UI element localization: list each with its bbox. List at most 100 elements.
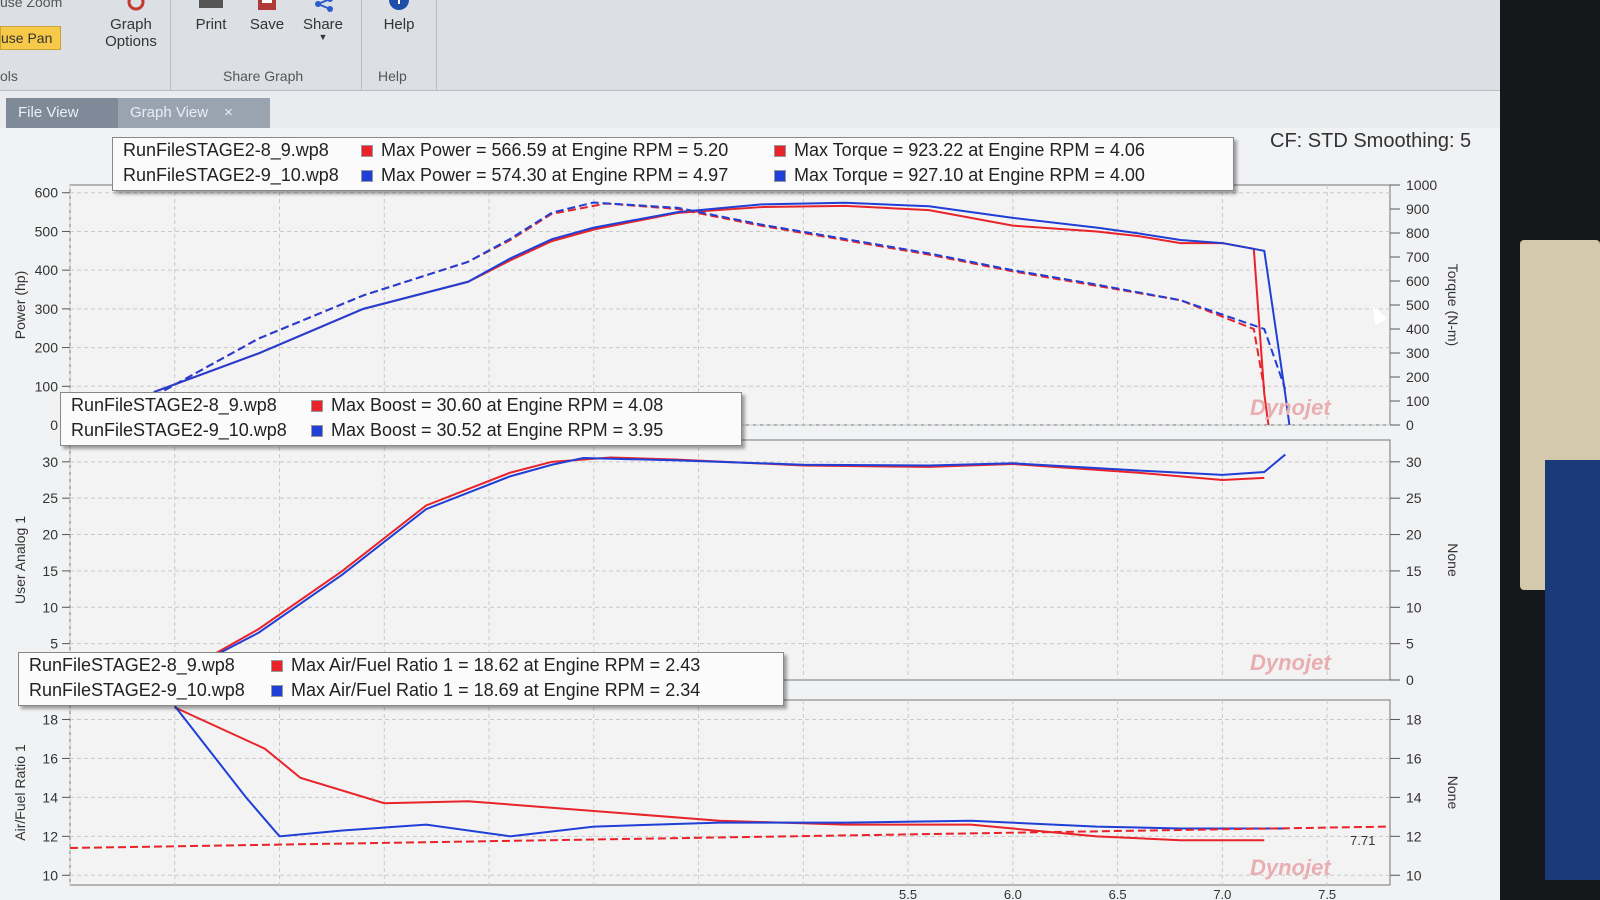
y2-tick-label: 20 [1406,527,1422,543]
legend-row: RunFileSTAGE2-9_10.wp8 Max Boost = 30.52 … [61,418,741,443]
mouse-pan-button[interactable]: use Pan [0,26,62,50]
graph-options-button[interactable]: Graph Options [96,0,166,50]
legend-swatch [311,425,323,438]
help-icon [389,0,409,10]
y2-tick-label: 15 [1406,563,1422,579]
share-label: Share [302,16,344,33]
view-tabs: File View Graph View × [0,98,1500,128]
plot-area [69,184,1391,426]
tab-file-view[interactable]: File View [6,98,118,128]
y-axis-label: Power (hp) [12,271,28,339]
mouse-zoom-label[interactable]: use Zoom [0,0,62,10]
plot-area [69,699,1391,886]
save-label: Save [249,16,285,33]
legend-max-torque: Max Torque = 923.22 at Engine RPM = 4.06 [794,140,1145,160]
legend-max-power: Max Power = 566.59 at Engine RPM = 5.20 [381,140,729,160]
legend-swatch [271,685,283,698]
legend-max-afr: Max Air/Fuel Ratio 1 = 18.69 at Engine R… [291,680,701,700]
y2-tick-label: 0 [1406,672,1414,688]
dynojet-watermark: Dynojet [1250,855,1332,880]
legend-file-name: RunFileSTAGE2-8_9.wp8 [29,655,235,675]
x-tick-label: 7.0 [1213,887,1231,900]
y2-tick-label: 100 [1406,393,1430,409]
legend-swatch [774,145,786,158]
power-torque-legend[interactable]: RunFileSTAGE2-8_9.wp8 Max Power = 566.59 … [112,137,1234,191]
y2-tick-label: 500 [1406,297,1430,313]
legend-file-name: RunFileSTAGE2-8_9.wp8 [71,395,277,415]
y2-tick-label: 25 [1406,490,1422,506]
chart-panel-3: 18 16 14 12 10 18 16 14 12 10 Air/Fuel Ratio 1 None… [12,699,1461,900]
graph-options-label-2: Options [105,33,157,50]
y2-tick-label: 1000 [1406,177,1437,193]
help-button[interactable]: Help [376,0,422,33]
legend-max-boost: Max Boost = 30.60 at Engine RPM = 4.08 [331,395,664,415]
y2-tick-label: 600 [1406,273,1430,289]
legend-row: RunFileSTAGE2-9_10.wp8 Max Power = 574.30… [113,163,1233,188]
graph-options-icon [127,0,145,11]
close-tab-icon[interactable]: × [224,104,233,121]
y-tick-label: 12 [42,828,58,844]
x-tick-label: 6.5 [1109,887,1127,900]
legend-file-name: RunFileSTAGE2-9_10.wp8 [123,165,339,185]
y-tick-label: 16 [42,750,58,766]
legend-swatch [361,145,373,158]
y-tick-label: 0 [50,417,58,433]
y2-tick-label: 400 [1406,321,1430,337]
y2-tick-label: 18 [1406,711,1422,727]
legend-file-name: RunFileSTAGE2-9_10.wp8 [71,420,287,440]
y2-tick-label: 700 [1406,249,1430,265]
share-icon [315,0,333,12]
y2-tick-label: 12 [1406,828,1422,844]
print-label: Print [195,16,227,33]
tab-graph-view-label: Graph View [130,104,209,121]
y2-tick-label: 900 [1406,201,1430,217]
y-tick-label: 400 [35,262,59,278]
y2-tick-label: 300 [1406,345,1430,361]
y2-tick-label: 800 [1406,225,1430,241]
legend-row: RunFileSTAGE2-8_9.wp8 Max Boost = 30.60 a… [61,393,741,418]
annotation-label: 7.71 [1350,833,1375,848]
print-button[interactable]: Print [188,0,234,33]
y2-tick-label: 14 [1406,789,1422,805]
background-poster [1545,460,1600,880]
save-button[interactable]: Save [244,0,290,33]
dynojet-watermark: Dynojet [1250,395,1332,420]
y2-axis-label: Torque (N-m) [1445,264,1461,346]
share-dropdown-icon[interactable]: ▼ [300,33,346,42]
boost-legend[interactable]: RunFileSTAGE2-8_9.wp8 Max Boost = 30.60 a… [60,392,742,446]
y2-tick-label: 0 [1406,417,1414,433]
y2-tick-label: 16 [1406,750,1422,766]
x-tick-label: 7.5 [1318,887,1336,900]
y-tick-label: 18 [42,711,58,727]
y-tick-label: 14 [42,789,58,805]
share-button[interactable]: Share ▼ [300,0,346,42]
y2-tick-label: 10 [1406,599,1422,615]
graph-options-label: Graph [110,16,152,33]
y2-axis-label: None [1445,543,1461,577]
x-tick-label: 5.5 [899,887,917,900]
ribbon-toolbar: use Zoom use Pan ols Graph Options Share… [0,0,1500,91]
y-tick-label: 500 [35,223,59,239]
legend-row: RunFileSTAGE2-8_9.wp8 Max Power = 566.59 … [113,138,1233,163]
y-tick-label: 30 [42,454,58,470]
legend-swatch [271,660,283,673]
afr-legend[interactable]: RunFileSTAGE2-8_9.wp8 Max Air/Fuel Ratio … [18,652,784,706]
tab-graph-view[interactable]: Graph View × [118,98,270,128]
y-tick-label: 15 [42,563,58,579]
tools-group-label: ols [0,68,18,84]
legend-swatch [311,400,323,413]
legend-file-name: RunFileSTAGE2-8_9.wp8 [123,140,329,160]
y2-tick-label: 30 [1406,454,1422,470]
save-disk-icon [258,0,276,10]
y-tick-label: 20 [42,527,58,543]
dyno-charts[interactable]: 6005004003002001000100090080070060050040… [0,128,1500,900]
share-graph-group-label: Share Graph [223,68,304,84]
legend-row: RunFileSTAGE2-8_9.wp8 Max Air/Fuel Ratio … [19,653,783,678]
legend-swatch [361,170,373,183]
x-tick-label: 6.0 [1004,887,1022,900]
legend-swatch [774,170,786,183]
y-tick-label: 25 [42,490,58,506]
legend-max-boost: Max Boost = 30.52 at Engine RPM = 3.95 [331,420,664,440]
y2-tick-label: 5 [1406,636,1414,652]
legend-row: RunFileSTAGE2-9_10.wp8 Max Air/Fuel Ratio… [19,678,783,703]
